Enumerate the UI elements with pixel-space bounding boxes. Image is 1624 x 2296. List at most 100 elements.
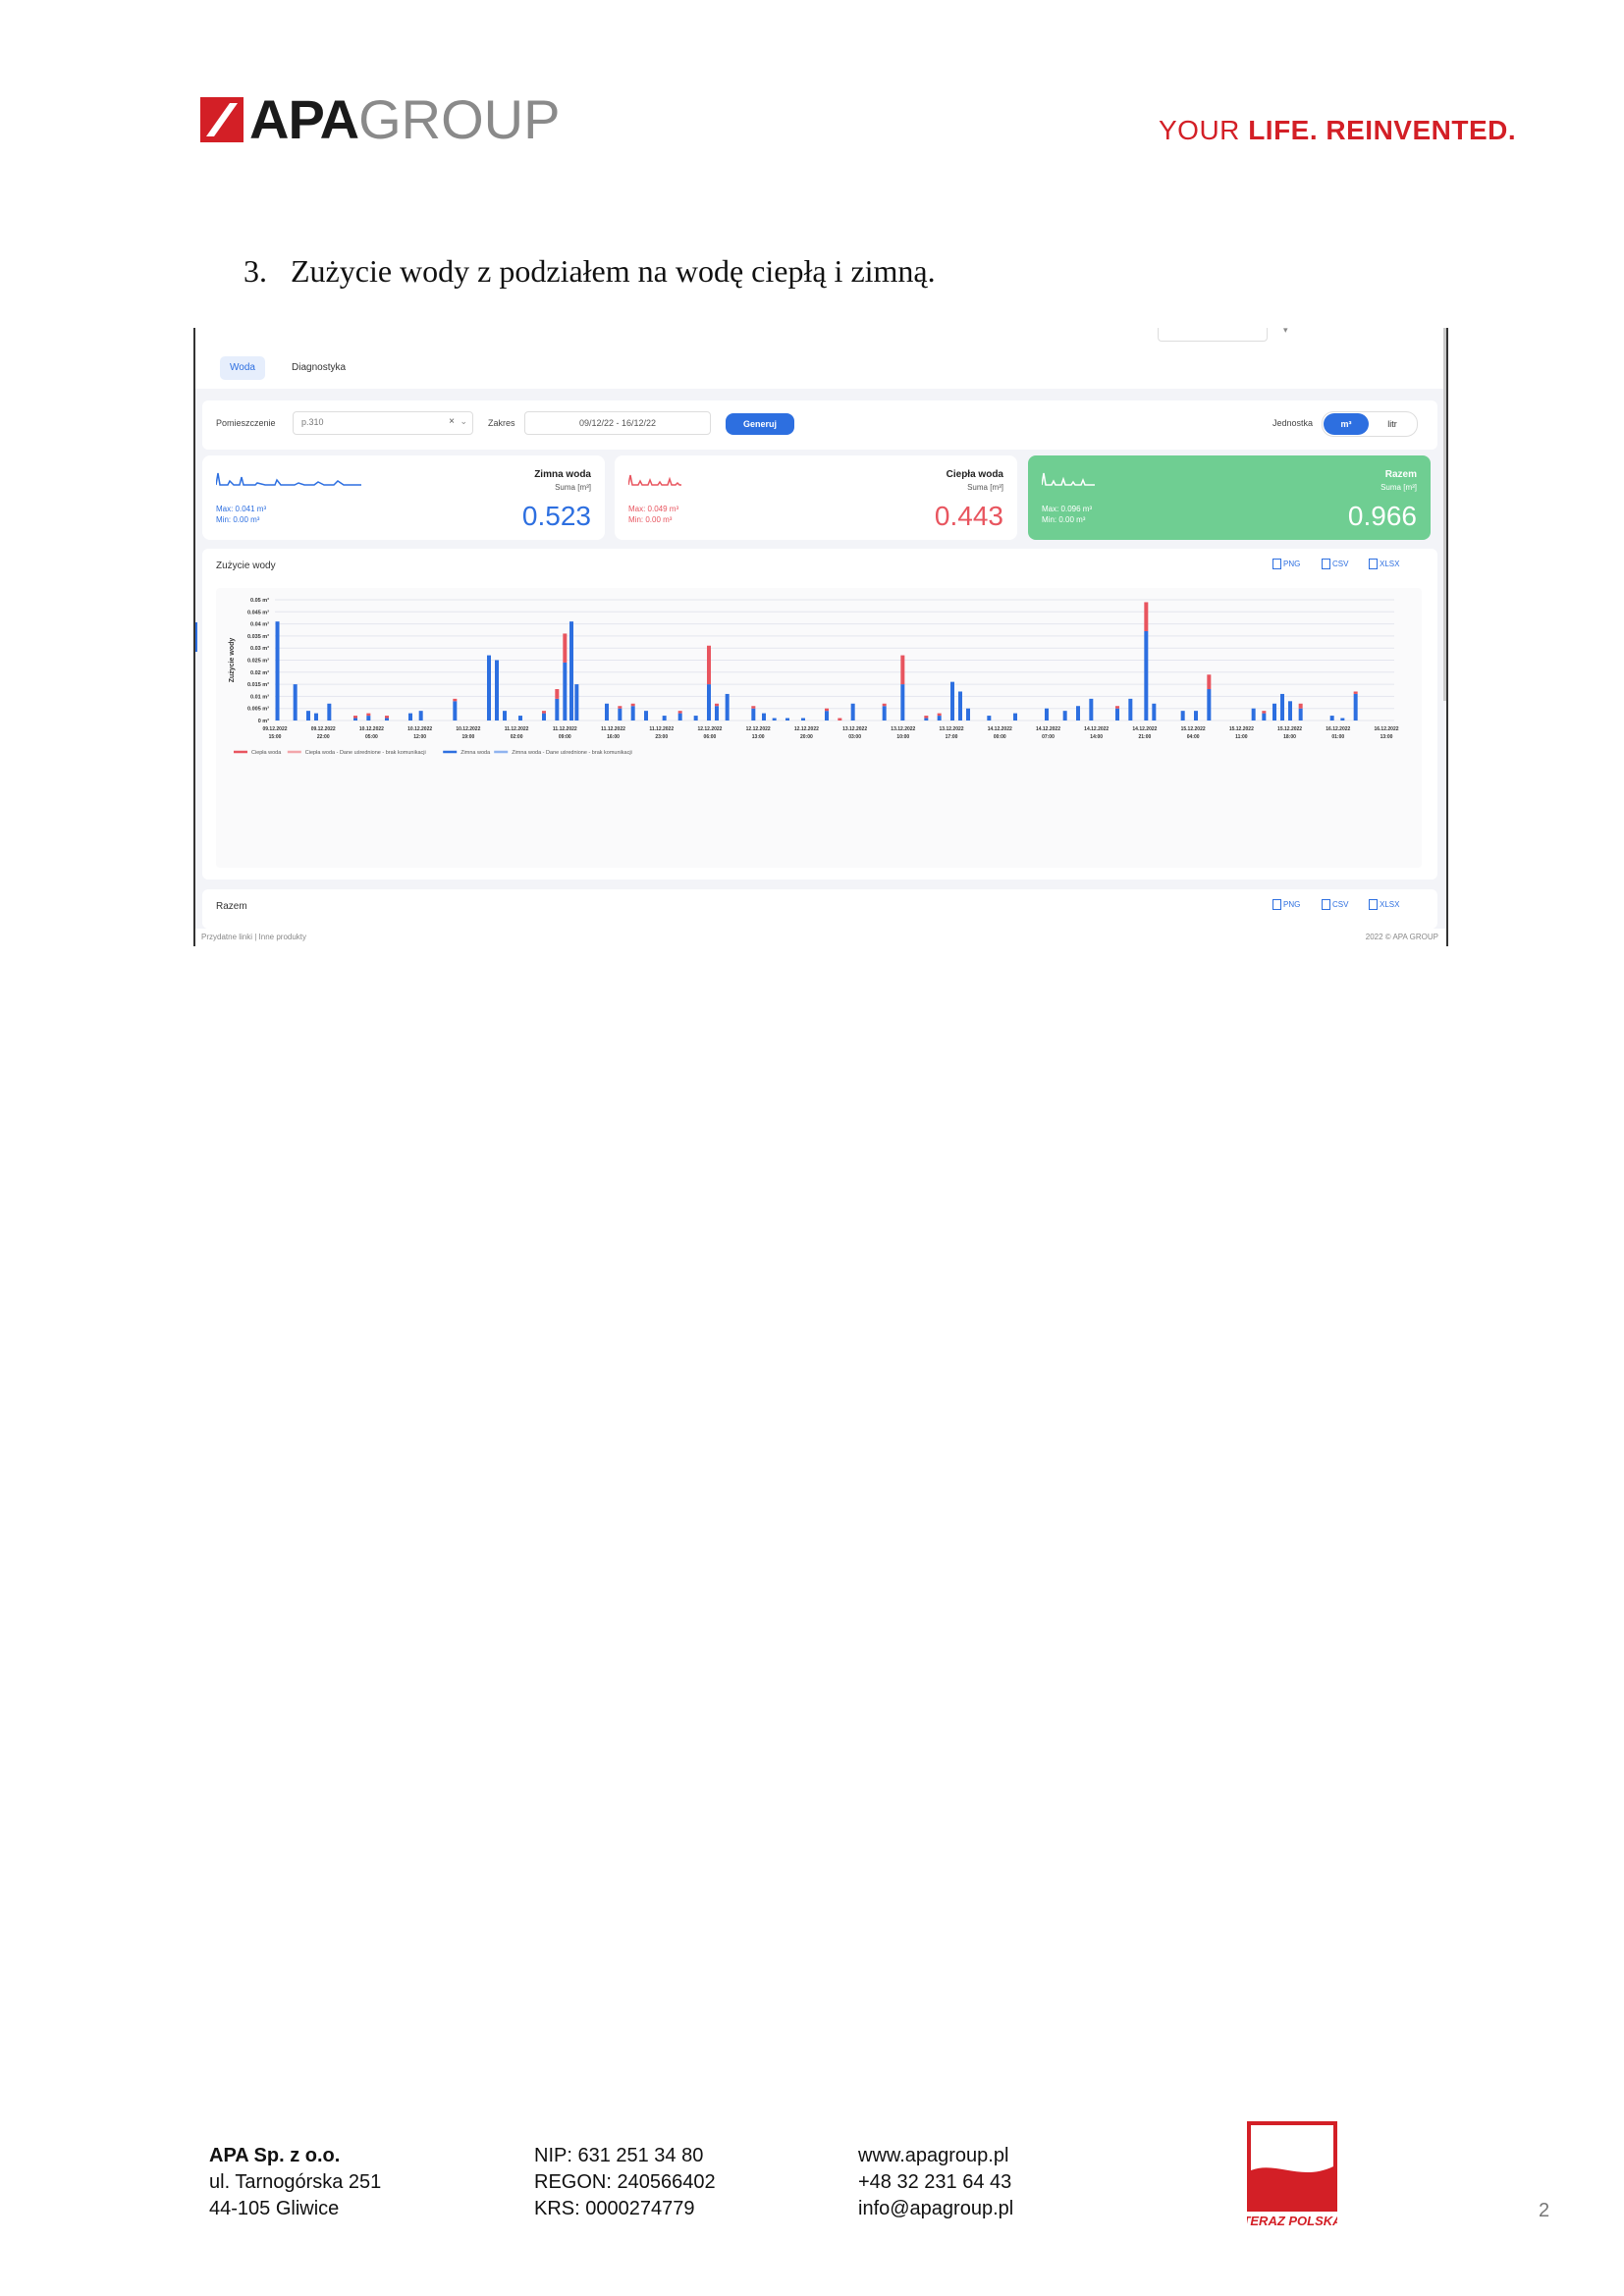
x-tick-date: 16.12.2022 bbox=[1374, 726, 1398, 732]
export-csv-button[interactable]: CSV bbox=[1322, 559, 1348, 569]
bar-hot-water bbox=[1262, 711, 1267, 714]
scrollbar[interactable] bbox=[1443, 328, 1446, 701]
x-tick-date: 10.12.2022 bbox=[407, 726, 432, 732]
export-csv-button[interactable]: CSV bbox=[1322, 899, 1348, 910]
side-indicator bbox=[195, 622, 197, 652]
bar-cold-water bbox=[1280, 693, 1284, 721]
bar-cold-water bbox=[1298, 708, 1303, 721]
bar-cold-water bbox=[1144, 630, 1149, 721]
bar-cold-water bbox=[924, 718, 929, 721]
x-tick-date: 13.12.2022 bbox=[842, 726, 867, 732]
bar-cold-water bbox=[618, 708, 623, 721]
file-icon bbox=[1272, 559, 1281, 569]
tab-diagnostyka[interactable]: Diagnostyka bbox=[282, 356, 355, 380]
filter-bar: Pomieszczenie p.310 × ⌄ Zakres 09/12/22 … bbox=[202, 400, 1437, 450]
bar-cold-water bbox=[762, 713, 766, 721]
bar-cold-water bbox=[495, 660, 499, 721]
x-tick-time: 04:00 bbox=[1187, 734, 1200, 740]
export-png-label: PNG bbox=[1283, 560, 1301, 568]
hot-water-card: Ciepła woda Suma [m³] Max: 0.049 m³ Min:… bbox=[615, 455, 1017, 540]
cold-water-sum: 0.523 bbox=[521, 501, 591, 531]
export-png-button[interactable]: PNG bbox=[1272, 559, 1300, 569]
bar-cold-water bbox=[487, 655, 491, 721]
x-tick-date: 12.12.2022 bbox=[794, 726, 819, 732]
unit-label: Jednostka bbox=[1272, 418, 1314, 428]
y-tick-label: 0.04 m³ bbox=[250, 621, 269, 628]
x-tick-time: 06:00 bbox=[704, 734, 717, 740]
bar-cold-water bbox=[1194, 711, 1198, 721]
x-tick-time: 12:00 bbox=[413, 734, 426, 740]
x-tick-date: 14.12.2022 bbox=[1084, 726, 1109, 732]
footer-links[interactable]: Przydatne linki | Inne produkty bbox=[201, 933, 306, 941]
bar-cold-water bbox=[518, 716, 522, 721]
email-link[interactable]: info@apagroup.pl bbox=[858, 2198, 1013, 2219]
x-tick-date: 11.12.2022 bbox=[649, 726, 674, 732]
bar-cold-water bbox=[707, 684, 711, 721]
x-tick-date: 14.12.2022 bbox=[1132, 726, 1157, 732]
date-range-input[interactable]: 09/12/22 - 16/12/22 bbox=[524, 411, 711, 435]
top-bar: ▾ Woda Diagnostyka bbox=[195, 328, 1446, 389]
website-link[interactable]: www.apagroup.pl bbox=[858, 2145, 1008, 2166]
export-xlsx-label: XLSX bbox=[1380, 900, 1400, 909]
bar-cold-water bbox=[275, 621, 280, 721]
slogan: YOUR LIFE. REINVENTED. bbox=[1159, 115, 1516, 146]
bar-hot-water bbox=[751, 706, 756, 709]
room-select[interactable]: p.310 × ⌄ bbox=[293, 411, 473, 435]
file-icon bbox=[1369, 899, 1378, 910]
room-value: p.310 bbox=[301, 417, 324, 427]
panel-title: Zużycie wody bbox=[216, 561, 276, 571]
range-label: Zakres bbox=[488, 418, 515, 428]
y-tick-label: 0.05 m³ bbox=[250, 597, 269, 604]
x-tick-time: 23:00 bbox=[655, 734, 668, 740]
cold-water-title: Zimna woda bbox=[534, 469, 591, 480]
slogan-bold: LIFE. REINVENTED. bbox=[1248, 115, 1517, 145]
y-tick-label: 0.045 m³ bbox=[247, 609, 269, 615]
y-axis-label: Zużycie wody bbox=[229, 638, 236, 683]
x-tick-time: 05:00 bbox=[365, 734, 378, 740]
bar-hot-water bbox=[563, 633, 568, 663]
bar-cold-water bbox=[1272, 703, 1276, 721]
unit-option-m3[interactable]: m³ bbox=[1324, 413, 1369, 435]
generate-button[interactable]: Generuj bbox=[726, 413, 794, 435]
bar-hot-water bbox=[555, 689, 560, 699]
x-tick-time: 14:00 bbox=[1090, 734, 1103, 740]
bar-cold-water bbox=[1288, 701, 1292, 721]
bar-cold-water bbox=[1207, 689, 1212, 721]
bar-cold-water bbox=[314, 713, 318, 721]
bar-hot-water bbox=[542, 711, 546, 714]
x-tick-time: 11:00 bbox=[1235, 734, 1248, 740]
export-png-button[interactable]: PNG bbox=[1272, 899, 1300, 910]
total-panel: Razem PNG CSV XLSX bbox=[202, 889, 1437, 929]
x-tick-time: 01:00 bbox=[1331, 734, 1344, 740]
total-water-max: Max: 0.096 m³ bbox=[1042, 505, 1093, 513]
unit-toggle[interactable]: m³ litr bbox=[1322, 411, 1418, 437]
bar-cold-water bbox=[693, 716, 698, 721]
logo-text-group: GROUP bbox=[358, 88, 561, 150]
bar-cold-water bbox=[569, 621, 573, 721]
bar-hot-water bbox=[1207, 674, 1212, 690]
x-tick-date: 10.12.2022 bbox=[456, 726, 480, 732]
company-street: ul. Tarnogórska 251 bbox=[209, 2171, 382, 2193]
clear-icon[interactable]: × bbox=[449, 416, 455, 427]
footer-registry: NIP: 631 251 34 80 REGON: 240566402 KRS:… bbox=[534, 2143, 716, 2222]
user-dropdown[interactable] bbox=[1158, 328, 1268, 342]
bar-cold-water bbox=[1152, 703, 1157, 721]
cold-water-sparkline bbox=[216, 472, 361, 486]
slogan-light: YOUR bbox=[1159, 115, 1249, 145]
bar-cold-water bbox=[503, 711, 507, 721]
bar-cold-water bbox=[751, 708, 756, 721]
x-tick-date: 09.12.2022 bbox=[262, 726, 287, 732]
bar-cold-water bbox=[1128, 698, 1133, 721]
tab-woda[interactable]: Woda bbox=[220, 356, 265, 380]
bar-cold-water bbox=[772, 718, 777, 721]
company-name: APA Sp. z o.o. bbox=[209, 2145, 341, 2166]
unit-option-litr[interactable]: litr bbox=[1370, 413, 1415, 435]
chevron-down-icon[interactable]: ⌄ bbox=[460, 416, 467, 427]
legend-label: Zimna woda - Dane uśrednione - brak komu… bbox=[512, 750, 632, 756]
export-xlsx-button[interactable]: XLSX bbox=[1369, 559, 1399, 569]
room-label: Pomieszczenie bbox=[216, 418, 276, 428]
total-water-card: Razem Suma [m³] Max: 0.096 m³ Min: 0.00 … bbox=[1028, 455, 1431, 540]
export-xlsx-button[interactable]: XLSX bbox=[1369, 899, 1399, 910]
section-number: 3. bbox=[244, 253, 267, 289]
x-tick-time: 16:00 bbox=[607, 734, 620, 740]
